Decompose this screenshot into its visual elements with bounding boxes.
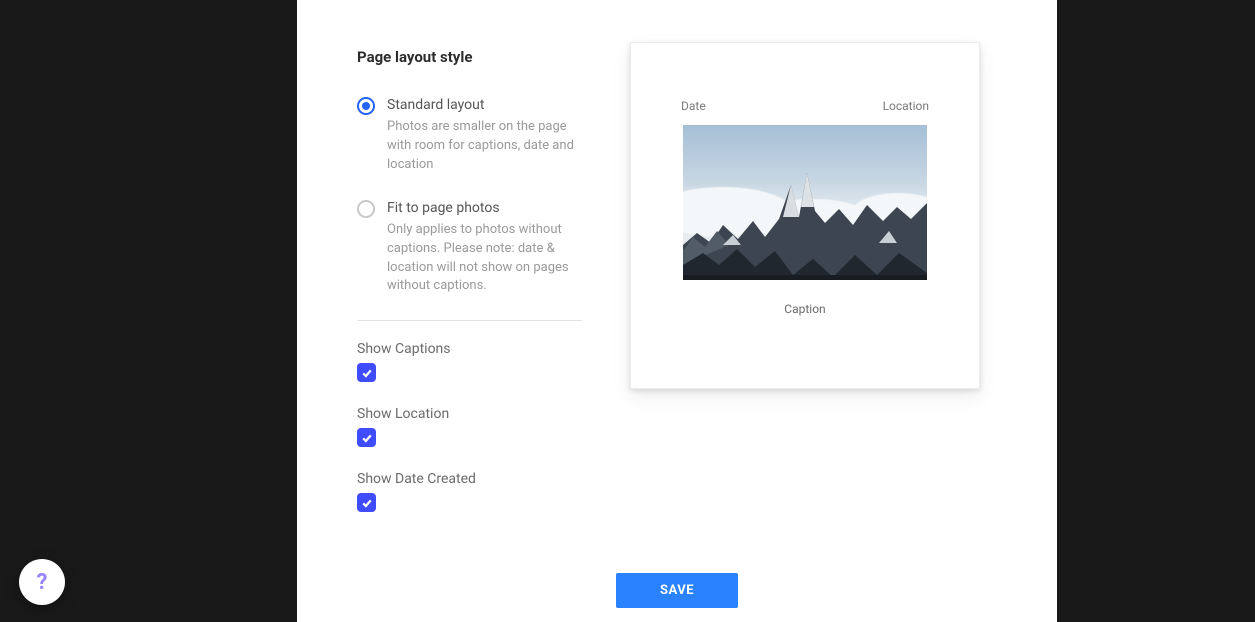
help-button[interactable]: ? bbox=[19, 559, 65, 605]
section-title: Page layout style bbox=[357, 48, 582, 66]
show-captions-checkbox[interactable] bbox=[357, 363, 376, 382]
layout-style-radio-group: Standard layout Photos are smaller on th… bbox=[357, 96, 582, 296]
divider bbox=[357, 320, 582, 321]
check-icon bbox=[361, 432, 373, 444]
preview-photo bbox=[683, 125, 927, 280]
radio-fit-title: Fit to page photos bbox=[387, 199, 582, 217]
radio-standard-title: Standard layout bbox=[387, 96, 582, 114]
preview-location-label: Location bbox=[883, 99, 929, 113]
layout-options-column: Page layout style Standard layout Photos… bbox=[357, 40, 582, 536]
radio-fit-desc: Only applies to photos without captions.… bbox=[387, 221, 582, 296]
preview-date-label: Date bbox=[681, 99, 706, 113]
settings-panel: Page layout style Standard layout Photos… bbox=[297, 0, 1057, 622]
show-location-label: Show Location bbox=[357, 406, 582, 422]
check-icon bbox=[361, 497, 373, 509]
show-date-created-label: Show Date Created bbox=[357, 471, 582, 487]
layout-preview-card: Date Location bbox=[630, 42, 980, 389]
show-date-created-checkbox[interactable] bbox=[357, 493, 376, 512]
preview-caption-label: Caption bbox=[659, 302, 951, 316]
radio-fit-to-page[interactable]: Fit to page photos Only applies to photo… bbox=[357, 199, 582, 297]
radio-standard-layout[interactable]: Standard layout Photos are smaller on th… bbox=[357, 96, 582, 175]
radio-dot-icon bbox=[357, 97, 375, 115]
radio-standard-desc: Photos are smaller on the page with room… bbox=[387, 118, 582, 175]
show-captions-label: Show Captions bbox=[357, 341, 582, 357]
show-location-checkbox[interactable] bbox=[357, 428, 376, 447]
question-mark-icon: ? bbox=[37, 570, 48, 595]
save-button[interactable]: SAVE bbox=[616, 573, 738, 608]
check-icon bbox=[361, 367, 373, 379]
radio-empty-icon bbox=[357, 200, 375, 218]
